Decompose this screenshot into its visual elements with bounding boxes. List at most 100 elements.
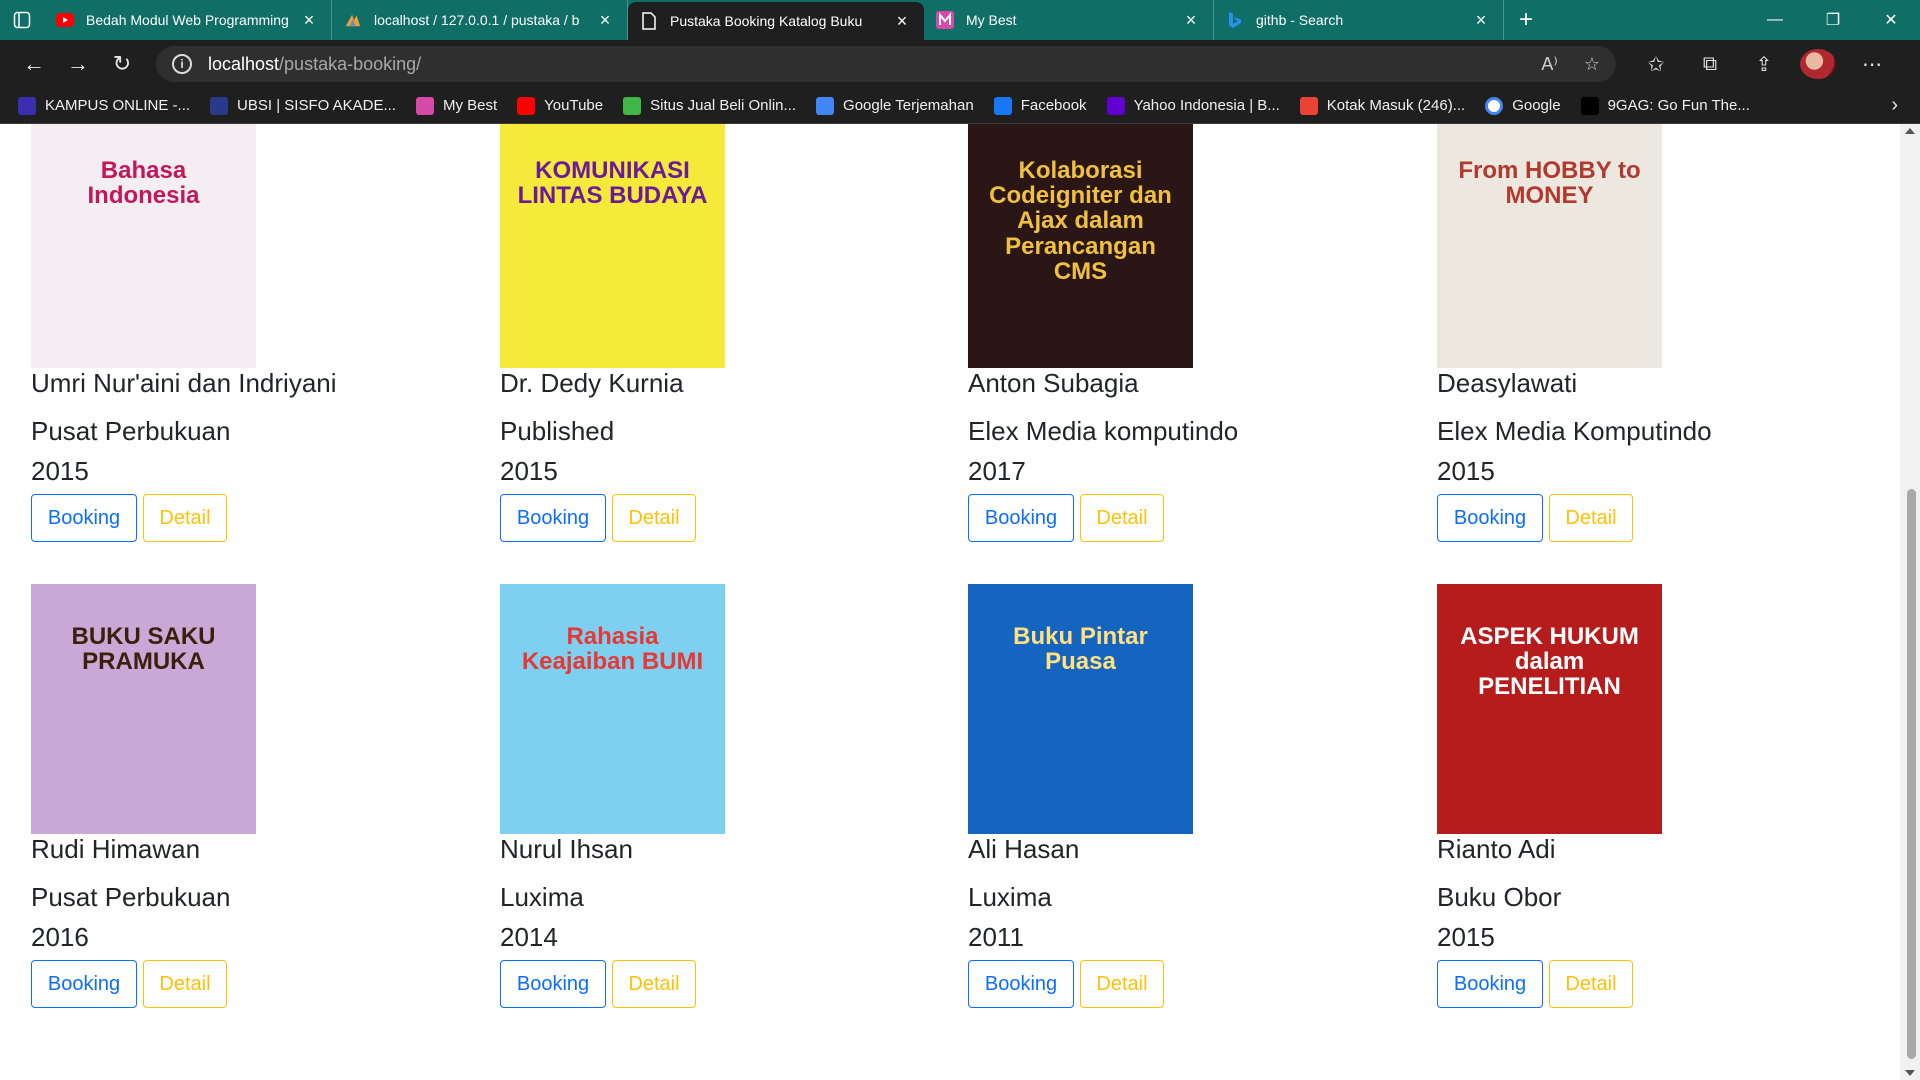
scroll-down-icon[interactable] [1905,1070,1915,1076]
phpmyadmin-icon [344,11,362,29]
book-publisher: Published [500,416,615,446]
more-icon[interactable]: ⋯ [1854,52,1890,77]
chevron-right-icon[interactable]: › [1891,94,1898,117]
tab-phpmyadmin[interactable]: localhost / 127.0.0.1 / pustaka / b × [332,0,628,40]
tab-title: localhost / 127.0.0.1 / pustaka / b [374,12,580,28]
facebook-icon [993,96,1012,115]
booking-button[interactable]: Booking [1437,960,1543,1008]
back-button[interactable]: ← [12,44,56,84]
tab-strip: Bedah Modul Web Programming × localhost … [0,0,1920,40]
yahoo-icon [1106,96,1125,115]
detail-button[interactable]: Detail [612,494,696,542]
book-publisher: Pusat Perbukuan [31,416,231,446]
booking-button[interactable]: Booking [968,494,1074,542]
bookmark-label: KAMPUS ONLINE -... [45,97,191,114]
close-tab-icon[interactable]: × [595,10,615,30]
book-author: Nurul Ihsan [500,834,633,864]
close-tab-icon[interactable]: × [1471,10,1491,30]
bookmark-item[interactable]: YouTube [517,96,603,115]
address-bar[interactable]: i localhost/pustaka-booking/ A⁾ ☆ [156,46,1616,82]
bing-icon [1226,11,1244,29]
tab-pustaka-booking[interactable]: Pustaka Booking Katalog Buku × [628,2,924,40]
detail-button[interactable]: Detail [612,960,696,1008]
bookmark-item[interactable]: Situs Jual Beli Onlin... [623,96,796,115]
booking-button[interactable]: Booking [500,960,606,1008]
bookmark-item[interactable]: Kotak Masuk (246)... [1299,96,1465,115]
vertical-scrollbar[interactable] [1900,124,1920,1080]
book-card: From HOBBY to MONEY Deasylawati Elex Media… [1437,124,1877,558]
book-author: Dr. Dedy Kurnia [500,368,684,398]
bookmark-item[interactable]: UBSI | SISFO AKADE... [210,96,396,115]
booking-button[interactable]: Booking [500,494,606,542]
bookmark-item[interactable]: My Best [415,96,497,115]
tab-actions-icon [13,11,31,29]
close-tab-icon[interactable]: × [892,11,912,31]
book-author: Deasylawati [1437,368,1578,398]
bookmark-item[interactable]: KAMPUS ONLINE -... [18,96,191,115]
restore-button[interactable]: ❐ [1804,0,1862,40]
detail-button[interactable]: Detail [1549,494,1633,542]
book-cover-title: KOMUNIKASI LINTAS BUDAYA [517,157,708,210]
book-year: 2015 [500,456,558,486]
tab-github-search[interactable]: githb - Search × [1214,0,1504,40]
bookmark-label: Yahoo Indonesia | B... [1133,97,1280,114]
bookmark-item[interactable]: Google Terjemahan [816,96,974,115]
book-cover-title: Kolaborasi Codeigniter dan Ajax dalam Pe… [989,157,1172,285]
close-tab-icon[interactable]: × [299,10,319,30]
arrow-right-icon: → [67,51,89,76]
share-icon[interactable]: ⇪ [1746,52,1782,77]
detail-button[interactable]: Detail [1080,494,1164,542]
booking-button[interactable]: Booking [31,960,137,1008]
book-card: Rahasia Keajaiban BUMI Nurul Ihsan Luxima 2… [500,584,940,1024]
scroll-up-icon[interactable] [1905,128,1915,134]
collections-icon[interactable]: ⧉ [1692,53,1728,76]
refresh-button[interactable]: ↻ [100,44,144,84]
tab-actions-button[interactable] [0,0,44,40]
mybest-icon [936,11,954,29]
booking-button[interactable]: Booking [31,494,137,542]
book-publisher: Elex Media Komputindo [1437,416,1712,446]
book-year: 2011 [968,922,1024,952]
add-favorite-icon[interactable]: ☆ [1584,54,1600,75]
bookmark-item[interactable]: Facebook [993,96,1087,115]
bookmark-item[interactable]: 9GAG: Go Fun The... [1580,96,1750,115]
read-aloud-icon[interactable]: A⁾ [1541,54,1557,75]
forward-button[interactable]: → [56,44,100,84]
detail-button[interactable]: Detail [1549,960,1633,1008]
scrollbar-thumb[interactable] [1907,489,1916,1059]
toolbar: ✩ ⧉ ⇪ ⋯ [1638,49,1890,79]
new-tab-button[interactable]: + [1504,0,1548,40]
favorites-icon[interactable]: ✩ [1638,52,1674,77]
plus-icon: + [1518,6,1533,33]
bookmark-label: Facebook [1020,97,1087,114]
bookmark-item[interactable]: Yahoo Indonesia | B... [1106,96,1280,115]
page-content: Bahasa Indonesia Umri Nur'aini dan Indriy… [0,124,1920,1080]
mybest-icon [415,96,434,115]
bookmark-item[interactable]: Google [1485,96,1561,115]
book-cover-title: From HOBBY to MONEY [1458,157,1641,210]
minimize-button[interactable]: — [1746,0,1804,40]
url-host: localhost [208,53,280,74]
tab-my-best[interactable]: My Best × [924,0,1214,40]
tab-bedah-modul[interactable]: Bedah Modul Web Programming × [44,0,332,40]
detail-button[interactable]: Detail [1080,960,1164,1008]
book-cover-title: ASPEK HUKUM dalam PENELITIAN [1460,623,1639,701]
detail-button[interactable]: Detail [143,960,227,1008]
info-icon[interactable]: i [172,54,192,74]
close-window-button[interactable]: ✕ [1862,0,1920,40]
book-cover-image: Kolaborasi Codeigniter dan Ajax dalam Pe… [968,124,1193,368]
avatar[interactable] [1800,49,1836,79]
book-year: 2015 [31,456,89,486]
book-cover-title: Bahasa Indonesia [87,157,200,210]
close-tab-icon[interactable]: × [1181,10,1201,30]
google-translate-icon [816,96,835,115]
book-year: 2014 [500,922,558,952]
book-cover-title: Rahasia Keajaiban BUMI [521,623,704,676]
book-author: Umri Nur'aini dan Indriyani [31,368,337,398]
booking-button[interactable]: Booking [968,960,1074,1008]
youtube-icon [517,96,536,115]
booking-button[interactable]: Booking [1437,494,1543,542]
book-card: Bahasa Indonesia Umri Nur'aini dan Indriy… [31,124,471,558]
detail-button[interactable]: Detail [143,494,227,542]
arrow-left-icon: ← [23,51,45,76]
